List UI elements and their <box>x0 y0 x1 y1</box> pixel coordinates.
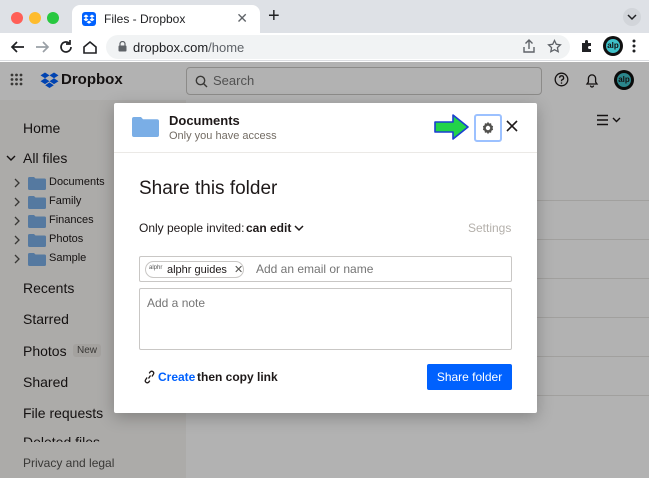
lock-icon[interactable] <box>118 41 127 52</box>
window-minimize-button[interactable] <box>29 12 41 24</box>
dropbox-favicon-icon <box>82 12 96 26</box>
folder-icon <box>132 117 159 137</box>
modal-header: Documents Only you have access <box>114 103 537 153</box>
share-folder-modal: Documents Only you have access Share thi… <box>114 103 537 413</box>
browser-tab[interactable]: Files - Dropbox ✕ <box>72 5 260 33</box>
modal-heading: Share this folder <box>139 178 278 199</box>
back-arrow-icon[interactable] <box>9 38 27 56</box>
window-close-button[interactable] <box>11 12 23 24</box>
note-field[interactable] <box>147 296 502 344</box>
copy-link-text: then copy link <box>197 370 278 384</box>
modal-folder-name: Documents <box>169 113 240 128</box>
gear-icon <box>482 121 494 135</box>
highlight-arrow-icon <box>434 114 469 140</box>
recipient-avatar: alphr <box>149 265 163 271</box>
reload-icon[interactable] <box>57 38 75 56</box>
extensions-puzzle-icon[interactable] <box>579 38 595 54</box>
tab-title: Files - Dropbox <box>104 12 186 26</box>
close-icon[interactable] <box>505 119 519 133</box>
recipient-chip[interactable]: alphr alphr guides ✕ <box>145 261 244 278</box>
settings-link[interactable]: Settings <box>468 221 511 235</box>
recipient-label: alphr guides <box>167 264 227 276</box>
modal-access-note: Only you have access <box>169 130 277 142</box>
browser-tab-bar: Files - Dropbox ✕ + <box>0 0 649 33</box>
invite-field[interactable]: alphr alphr guides ✕ <box>139 256 512 282</box>
folder-settings-button[interactable] <box>474 114 502 142</box>
browser-toolbar: dropbox.com/home alp <box>0 33 649 61</box>
bookmark-star-icon[interactable] <box>547 39 562 54</box>
link-icon <box>144 370 155 384</box>
email-field[interactable] <box>256 262 506 276</box>
invite-label: Only people invited: <box>139 221 245 235</box>
browser-menu-icon[interactable] <box>632 39 636 53</box>
address-bar[interactable]: dropbox.com/home <box>106 35 570 59</box>
share-page-icon[interactable] <box>522 39 536 54</box>
tab-search-button[interactable] <box>623 8 641 26</box>
forward-arrow-icon[interactable] <box>33 38 51 56</box>
browser-profile-avatar[interactable]: alp <box>603 36 623 56</box>
remove-recipient-icon[interactable]: ✕ <box>234 263 243 276</box>
window-zoom-button[interactable] <box>47 12 59 24</box>
create-link-text[interactable]: Create <box>158 370 195 384</box>
tab-close-icon[interactable]: ✕ <box>236 10 248 27</box>
permission-dropdown[interactable]: can edit <box>246 221 291 235</box>
home-icon[interactable] <box>81 38 99 56</box>
new-tab-button[interactable]: + <box>268 6 280 26</box>
note-field-container[interactable] <box>139 288 512 350</box>
url-text: dropbox.com/home <box>133 40 245 55</box>
share-folder-button[interactable]: Share folder <box>427 364 512 390</box>
chevron-down-icon[interactable] <box>294 225 304 232</box>
